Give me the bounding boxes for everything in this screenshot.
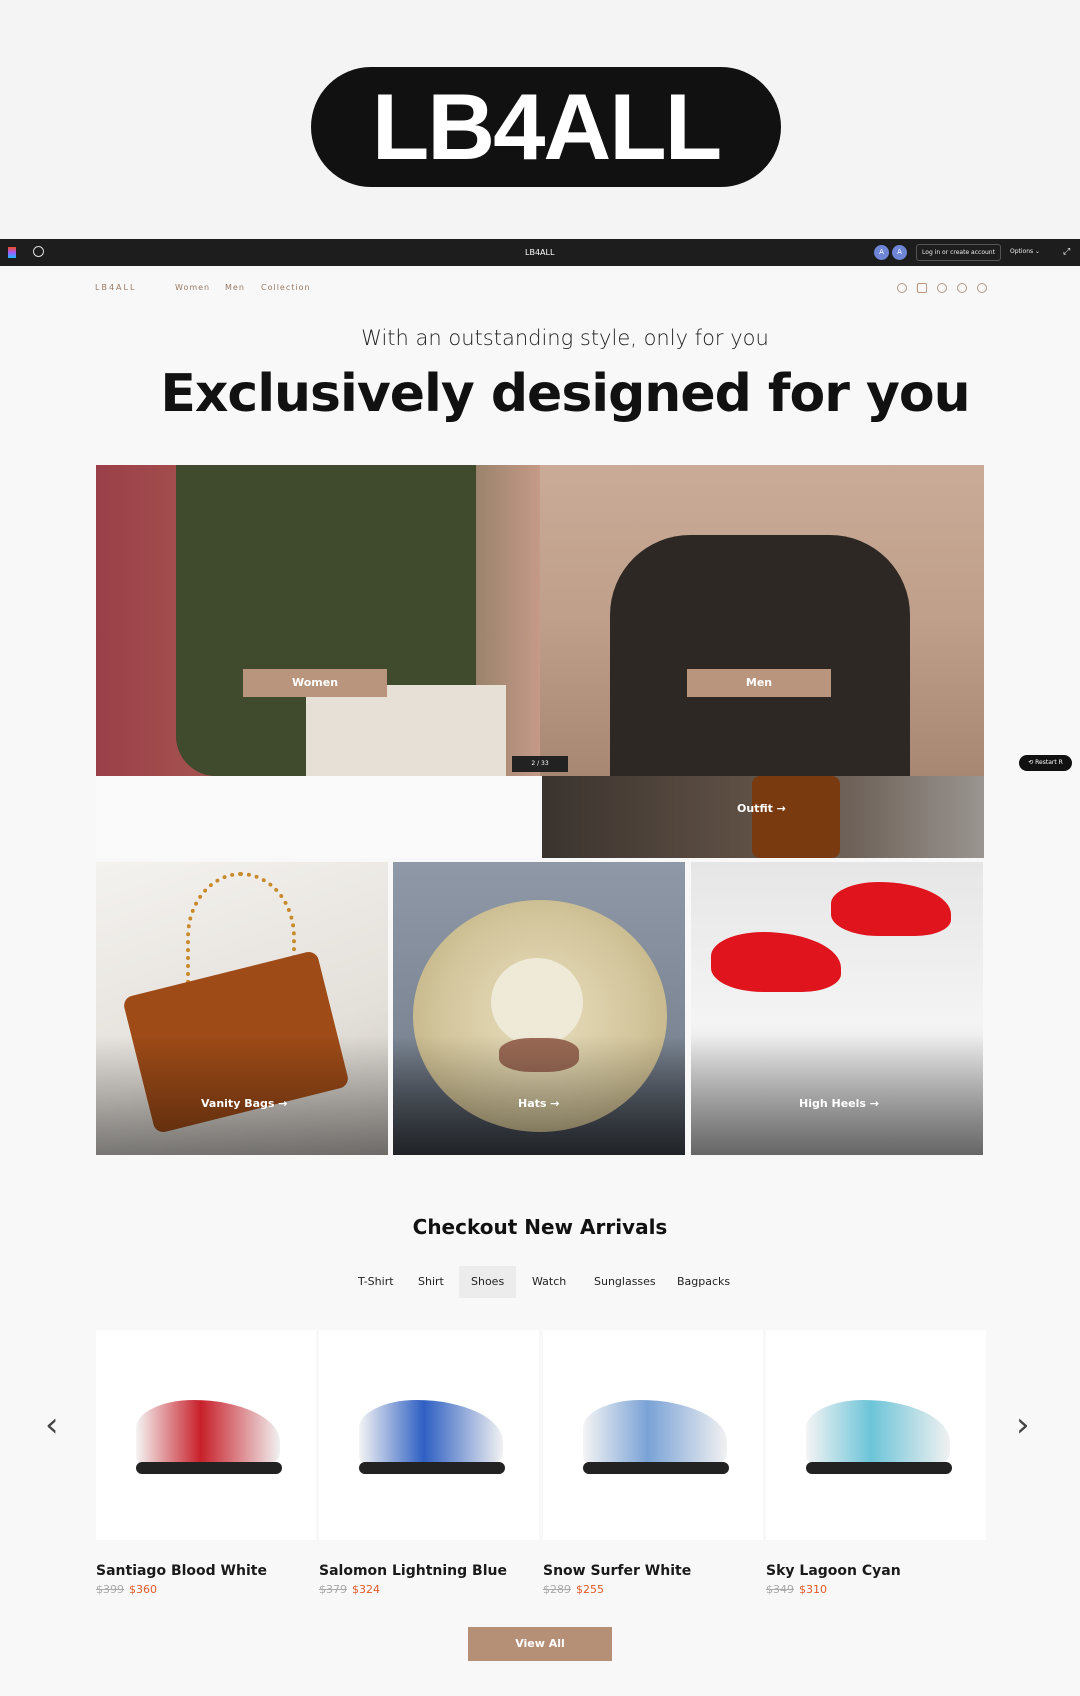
product-sole bbox=[806, 1462, 952, 1474]
heart-icon[interactable] bbox=[977, 283, 987, 293]
heel-photo bbox=[831, 882, 951, 936]
product-price: $349 $310 bbox=[766, 1583, 827, 1596]
product-price: $379 $324 bbox=[319, 1583, 380, 1596]
comment-icon[interactable] bbox=[33, 246, 44, 257]
cart-icon[interactable] bbox=[917, 283, 927, 293]
tab-bagpacks[interactable]: Bagpacks bbox=[665, 1266, 742, 1298]
women-banner[interactable]: Women bbox=[96, 465, 540, 776]
bag-photo bbox=[752, 776, 840, 858]
tile-label[interactable]: High Heels → bbox=[799, 1097, 879, 1110]
product-name[interactable]: Santiago Blood White bbox=[96, 1563, 267, 1579]
site-nav: LB4ALL Women Men Collection bbox=[95, 283, 995, 297]
product-sole bbox=[583, 1462, 729, 1474]
view-all-button[interactable]: View All bbox=[468, 1627, 612, 1661]
women-button[interactable]: Women bbox=[243, 669, 387, 697]
tile-shade bbox=[691, 1035, 983, 1155]
hero-headline: Exclusively designed for you bbox=[160, 364, 970, 424]
product-price: $399 $360 bbox=[96, 1583, 157, 1596]
old-price: $399 bbox=[96, 1583, 124, 1596]
tab-shoes[interactable]: Shoes bbox=[459, 1266, 517, 1298]
product-card[interactable] bbox=[543, 1330, 763, 1540]
phone-icon[interactable] bbox=[897, 283, 907, 293]
men-button[interactable]: Men bbox=[687, 669, 831, 697]
product-image[interactable] bbox=[136, 1400, 280, 1470]
blank-panel bbox=[96, 776, 542, 858]
outfit-banner[interactable]: Outfit → bbox=[542, 776, 984, 858]
tab-watch[interactable]: Watch bbox=[520, 1266, 578, 1298]
tile-shade bbox=[393, 1035, 685, 1155]
avatar[interactable]: A bbox=[892, 245, 907, 260]
login-button[interactable]: Log in or create account bbox=[916, 244, 1001, 261]
sale-price: $255 bbox=[576, 1583, 604, 1596]
product-sole bbox=[136, 1462, 282, 1474]
figma-toolbar: LB4ALL A A Log in or create account Opti… bbox=[0, 239, 1080, 266]
tile-hats[interactable]: Hats → bbox=[393, 862, 685, 1155]
product-price: $289 $255 bbox=[543, 1583, 604, 1596]
nav-link-men[interactable]: Men bbox=[225, 283, 245, 292]
product-sole bbox=[359, 1462, 505, 1474]
men-photo bbox=[610, 535, 910, 776]
men-banner[interactable]: Men bbox=[540, 465, 984, 776]
women-photo-skirt bbox=[306, 685, 506, 776]
tile-label[interactable]: Vanity Bags → bbox=[201, 1097, 287, 1110]
tab-tshirt[interactable]: T-Shirt bbox=[346, 1266, 406, 1298]
product-card[interactable] bbox=[766, 1330, 986, 1540]
restart-button[interactable]: ⟲ Restart R bbox=[1019, 755, 1072, 771]
brand-logo: LB4ALL bbox=[311, 67, 781, 187]
tile-vanity-bags[interactable]: Vanity Bags → bbox=[96, 862, 388, 1155]
product-card[interactable] bbox=[319, 1330, 539, 1540]
nav-link-collection[interactable]: Collection bbox=[261, 283, 311, 292]
slide-pager[interactable]: 2 / 33 bbox=[512, 756, 568, 772]
site-logo[interactable]: LB4ALL bbox=[95, 283, 136, 292]
product-image[interactable] bbox=[806, 1400, 950, 1470]
tile-label[interactable]: Hats → bbox=[518, 1097, 559, 1110]
product-card[interactable] bbox=[96, 1330, 316, 1540]
arrivals-title: Checkout New Arrivals bbox=[412, 1215, 668, 1239]
sale-price: $360 bbox=[129, 1583, 157, 1596]
expand-icon[interactable]: ⤢ bbox=[1063, 247, 1070, 257]
avatar[interactable]: A bbox=[874, 245, 889, 260]
search-icon[interactable] bbox=[937, 283, 947, 293]
figma-icon[interactable] bbox=[8, 247, 16, 258]
product-name[interactable]: Salomon Lightning Blue bbox=[319, 1563, 507, 1579]
tile-shade bbox=[96, 1035, 388, 1155]
nav-link-women[interactable]: Women bbox=[175, 283, 210, 292]
outfit-label[interactable]: Outfit → bbox=[737, 802, 786, 815]
prototype-title: LB4ALL bbox=[525, 248, 555, 257]
product-name[interactable]: Sky Lagoon Cyan bbox=[766, 1563, 901, 1579]
user-icon[interactable] bbox=[957, 283, 967, 293]
tile-high-heels[interactable]: High Heels → bbox=[691, 862, 983, 1155]
sale-price: $310 bbox=[799, 1583, 827, 1596]
hero-subtitle: With an outstanding style, only for you bbox=[361, 326, 769, 350]
arrivals-tabs: T-Shirt Shirt Shoes Watch Sunglasses Bag… bbox=[0, 1266, 1080, 1298]
old-price: $289 bbox=[543, 1583, 571, 1596]
options-menu[interactable]: Options ⌄ bbox=[1010, 248, 1040, 255]
product-image[interactable] bbox=[583, 1400, 727, 1470]
heel-photo bbox=[711, 932, 841, 992]
carousel-prev-icon[interactable]: ‹ bbox=[45, 1405, 59, 1445]
product-image[interactable] bbox=[359, 1400, 503, 1470]
sale-price: $324 bbox=[352, 1583, 380, 1596]
product-name[interactable]: Snow Surfer White bbox=[543, 1563, 691, 1579]
old-price: $349 bbox=[766, 1583, 794, 1596]
hat-crown bbox=[491, 958, 583, 1046]
carousel-next-icon[interactable]: › bbox=[1016, 1405, 1030, 1445]
old-price: $379 bbox=[319, 1583, 347, 1596]
tab-shirt[interactable]: Shirt bbox=[406, 1266, 456, 1298]
tab-sunglasses[interactable]: Sunglasses bbox=[582, 1266, 668, 1298]
